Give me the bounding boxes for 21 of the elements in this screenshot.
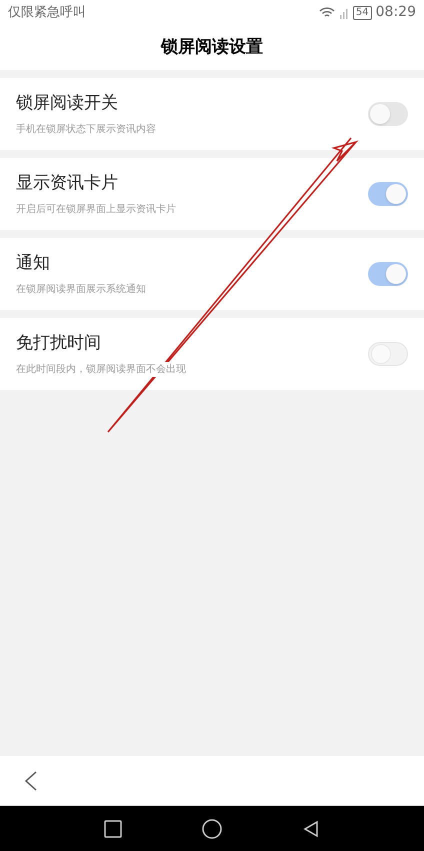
toggle-switch[interactable]: [368, 102, 408, 126]
square-icon[interactable]: [104, 820, 122, 838]
setting-description: 在此时间段内，锁屏阅读界面不会出现: [16, 362, 186, 378]
toggle-switch[interactable]: [368, 262, 408, 286]
setting-row[interactable]: 锁屏阅读开关 手机在锁屏状态下展示资讯内容: [0, 78, 424, 150]
page-title: 锁屏阅读设置: [161, 36, 263, 59]
setting-label: 显示资讯卡片: [16, 172, 119, 195]
battery-indicator: 54: [352, 6, 372, 20]
setting-row[interactable]: 通知 在锁屏阅读界面展示系统通知: [0, 238, 424, 310]
wifi-icon: [318, 6, 335, 18]
signal-icon: [338, 6, 349, 18]
clock-text: 08:29: [376, 3, 416, 22]
back-icon[interactable]: [24, 770, 38, 790]
setting-label: 通知: [16, 252, 51, 275]
setting-label: 锁屏阅读开关: [16, 92, 119, 115]
back-triangle-icon[interactable]: [302, 820, 320, 838]
setting-row[interactable]: 显示资讯卡片 开启后可在锁屏界面上显示资讯卡片: [0, 158, 424, 230]
circle-icon[interactable]: [202, 818, 222, 838]
setting-label: 免打扰时间: [16, 332, 102, 355]
carrier-text: 仅限紧急呼叫: [8, 4, 86, 22]
toggle-switch[interactable]: [368, 182, 408, 206]
